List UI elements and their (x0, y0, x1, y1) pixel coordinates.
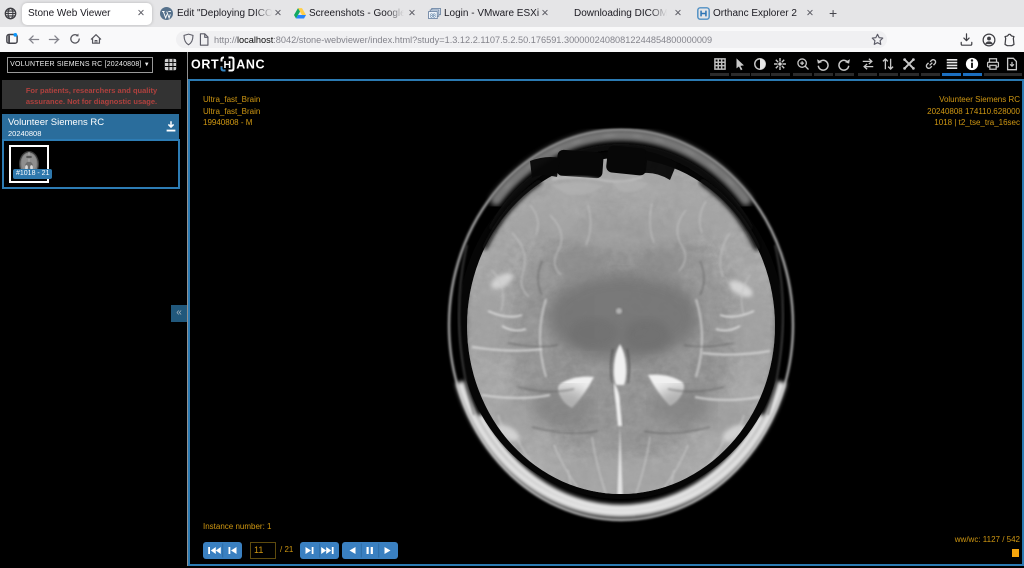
svg-text:H: H (224, 59, 232, 71)
